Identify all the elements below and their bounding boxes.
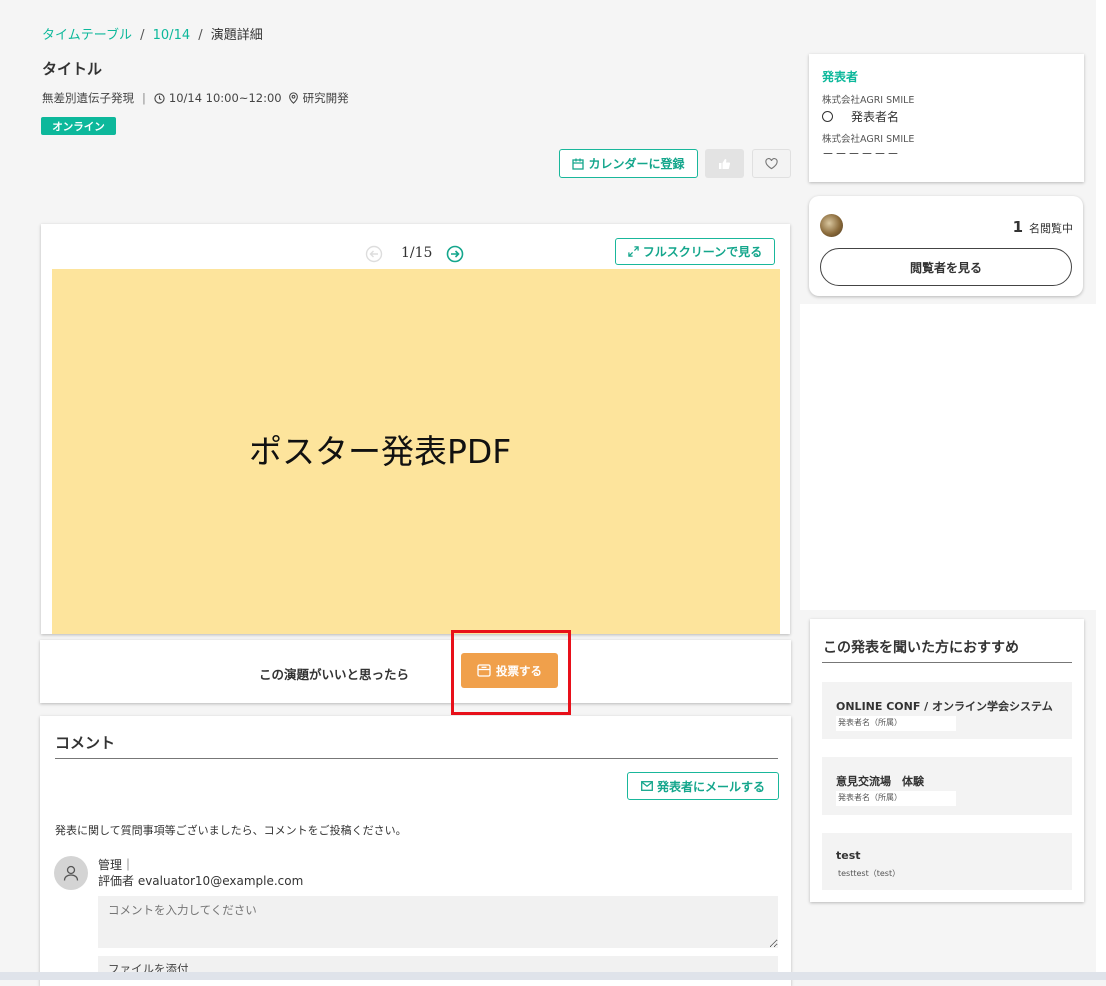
calendar-icon [572, 158, 585, 170]
thumbs-up-icon [718, 158, 731, 170]
page-title: タイトル [42, 60, 103, 78]
clock-icon [154, 92, 165, 104]
page-indicator: 1/15 [401, 245, 433, 261]
category-text: 無差別遺伝子発現 [42, 91, 134, 105]
breadcrumb-separator: / [140, 28, 145, 43]
recommendation-title: test [836, 849, 861, 862]
comment-user-name: 管理｜ [98, 858, 135, 872]
comment-input[interactable] [98, 896, 778, 948]
meta-divider: | [142, 91, 146, 105]
presenter-card: 発表者 株式会社AGRI SMILE 発表者名 株式会社AGRI SMILE －… [809, 54, 1084, 182]
fullscreen-label: フルスクリーンで見る [642, 245, 763, 259]
poster-placeholder-text: ポスター発表PDF [249, 432, 512, 471]
see-viewers-button[interactable]: 閲覧者を見る [820, 248, 1072, 286]
email-presenter-label: 発表者にメールする [656, 779, 765, 794]
presenter-org-1: 株式会社AGRI SMILE [822, 95, 915, 106]
right-edge [1096, 0, 1106, 980]
recommendation-item[interactable]: test testtest（test） [822, 833, 1072, 890]
recommendation-title: 意見交流場 体験 [836, 775, 924, 788]
recommendations-divider [822, 662, 1072, 663]
viewer-count: 1 名閲覧中 [1013, 218, 1073, 236]
viewers-card: 1 名閲覧中 閲覧者を見る [809, 196, 1083, 296]
breadcrumb-separator: / [198, 28, 203, 43]
comment-card: コメント 発表者にメールする 発表に関して質問事項等ございましたら、コメントをご… [40, 716, 791, 986]
recommendations-heading: この発表を聞いた方におすすめ [823, 640, 1019, 656]
comment-user-role: 評価者 evaluator10@example.com [98, 874, 304, 888]
online-badge: オンライン [41, 117, 116, 135]
breadcrumb-current: 演題詳細 [210, 28, 263, 43]
highlight-box [451, 630, 571, 715]
prev-page-icon[interactable] [365, 245, 383, 263]
presenter-org-2: 株式会社AGRI SMILE [822, 134, 915, 145]
mail-icon [641, 781, 653, 791]
breadcrumb-timetable-link[interactable]: タイムテーブル [42, 28, 132, 43]
add-to-calendar-label: カレンダーに登録 [588, 157, 685, 171]
comment-heading-divider [55, 758, 778, 759]
location-pin-icon [288, 92, 299, 104]
presentation-meta: 無差別遺伝子発現 | 10/14 10:00~12:00 研究開発 [42, 90, 349, 106]
recommendations-card: この発表を聞いた方におすすめ ONLINE CONF / オンライン学会システム… [810, 619, 1084, 902]
presenter-row-1: 発表者名 [822, 108, 899, 125]
user-icon [62, 864, 80, 882]
recommendation-subtitle: testtest（test） [838, 869, 901, 878]
email-presenter-button[interactable]: 発表者にメールする [627, 772, 779, 800]
presenter-heading: 発表者 [822, 70, 859, 84]
see-viewers-label: 閲覧者を見る [909, 260, 982, 275]
poster-viewer-card: 1/15 フルスクリーンで見る ポスター発表PDF [41, 224, 790, 634]
presenter-name-2: －－－－－－ [822, 147, 901, 161]
recommendation-subtitle: 発表者名（所属） [836, 791, 956, 806]
viewer-count-number: 1 [1012, 218, 1023, 236]
location-text: 研究開発 [302, 91, 349, 105]
recommendation-title: ONLINE CONF / オンライン学会システム [836, 700, 1053, 713]
breadcrumb: タイムテーブル / 10/14 / 演題詳細 [42, 24, 263, 43]
add-to-calendar-button[interactable]: カレンダーに登録 [559, 149, 698, 178]
avatar [54, 856, 88, 890]
favorite-button[interactable] [752, 149, 791, 178]
viewer-avatar [820, 214, 843, 237]
breadcrumb-date-link[interactable]: 10/14 [153, 28, 190, 43]
next-page-icon[interactable] [446, 245, 464, 263]
recommendation-subtitle: 発表者名（所属） [836, 716, 956, 731]
recommendation-item[interactable]: ONLINE CONF / オンライン学会システム 発表者名（所属） [822, 682, 1072, 739]
presenter-marker-icon [822, 111, 833, 122]
bottom-edge [0, 972, 1106, 980]
recommendation-item[interactable]: 意見交流場 体験 発表者名（所属） [822, 757, 1072, 815]
comment-note: 発表に関して質問事項等ございましたら、コメントをご投稿ください。 [55, 824, 407, 837]
comment-heading: コメント [55, 734, 116, 752]
datetime-text: 10/14 10:00~12:00 [168, 91, 282, 105]
fullscreen-button[interactable]: フルスクリーンで見る [615, 238, 775, 265]
vote-prompt: この演題がいいと思ったら [259, 667, 410, 682]
viewer-count-suffix: 名閲覧中 [1029, 222, 1073, 235]
presenter-name-1: 発表者名 [851, 110, 900, 124]
right-column-bg [800, 304, 1096, 610]
like-button[interactable] [705, 149, 744, 178]
vote-card: この演題がいいと思ったら 投票する [40, 640, 791, 703]
poster-pdf-area[interactable]: ポスター発表PDF [52, 269, 780, 634]
expand-icon [628, 246, 639, 257]
heart-icon [765, 157, 778, 170]
